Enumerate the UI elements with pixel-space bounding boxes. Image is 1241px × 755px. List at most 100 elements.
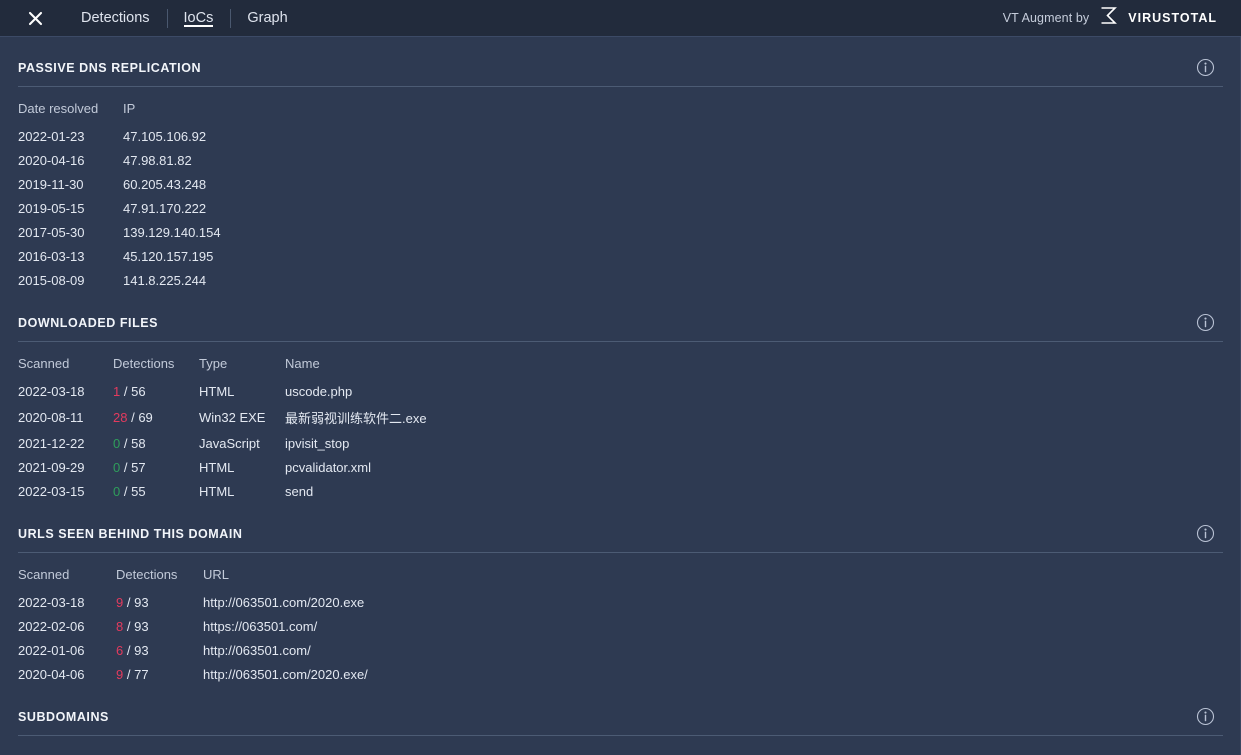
detection-total: / 69: [131, 410, 153, 425]
info-circle-icon[interactable]: [1196, 707, 1215, 726]
detection-count: 0: [113, 436, 120, 451]
cell-type: Win32 EXE: [199, 403, 285, 431]
section-urls-header: URLS SEEN BEHIND THIS DOMAIN: [18, 503, 1223, 553]
detection-total: / 55: [124, 484, 146, 499]
cell-scanned: 2022-02-06: [18, 614, 116, 638]
cell-scanned: 2022-01-06: [18, 638, 116, 662]
cell-url: http://063501.com/2020.exe/: [203, 662, 1223, 686]
cell-type: HTML: [199, 455, 285, 479]
table-row[interactable]: 2021-12-22 0 / 58 JavaScript ipvisit_sto…: [18, 431, 1223, 455]
table-row[interactable]: 2022-02-06 8 / 93 https://063501.com/: [18, 614, 1223, 638]
section-passive-dns-title: PASSIVE DNS REPLICATION: [18, 61, 201, 75]
table-row[interactable]: 2019-05-15 47.91.170.222: [18, 196, 1223, 220]
cell-ip: 47.105.106.92: [201, 750, 1223, 755]
table-row[interactable]: 2019-11-30 60.205.43.248: [18, 172, 1223, 196]
downloaded-files-rows: 2022-03-18 1 / 56 HTML uscode.php 2020-0…: [18, 379, 1223, 503]
table-row[interactable]: 2020-04-16 47.98.81.82: [18, 148, 1223, 172]
section-downloaded-files-title: DOWNLOADED FILES: [18, 316, 158, 330]
top-navigation-bar: Detections IoCs Graph VT Augment by VIRU…: [0, 0, 1241, 37]
brand-name-label: VIRUSTOTAL: [1128, 11, 1217, 25]
table-header-row: Scanned Detections Type Name: [18, 356, 1223, 379]
section-urls-title: URLS SEEN BEHIND THIS DOMAIN: [18, 527, 242, 541]
brand-prefix-label: VT Augment by: [1003, 11, 1090, 25]
section-passive-dns: PASSIVE DNS REPLICATION Date resolved IP: [18, 37, 1223, 292]
tab-graph[interactable]: Graph: [230, 0, 304, 37]
cell-url: http://063501.com/: [203, 638, 1223, 662]
cell-date: 2022-01-23: [18, 124, 123, 148]
table-row[interactable]: 2022-03-15 0 / 55 HTML send: [18, 479, 1223, 503]
table-header-row: Date resolved IP: [18, 101, 1223, 124]
detection-count: 1: [113, 384, 120, 399]
column-url: URL: [203, 567, 1223, 590]
virustotal-sigma-icon: [1098, 5, 1119, 31]
detection-count: 9: [116, 667, 123, 682]
detection-count: 9: [116, 595, 123, 610]
cell-subdomain: www.063501.com: [18, 750, 146, 755]
cell-scanned: 2020-04-06: [18, 662, 116, 686]
cell-date: 2017-05-30: [18, 220, 123, 244]
cell-date: 2015-08-09: [18, 268, 123, 292]
section-urls: URLS SEEN BEHIND THIS DOMAIN Scanned Det…: [18, 503, 1223, 686]
tab-iocs[interactable]: IoCs: [167, 0, 231, 37]
table-row[interactable]: 2016-03-13 45.120.157.195: [18, 244, 1223, 268]
tab-iocs-label: IoCs: [184, 10, 214, 26]
cell-ip: 141.8.225.244: [123, 268, 1223, 292]
cell-url: https://063501.com/: [203, 614, 1223, 638]
section-passive-dns-header: PASSIVE DNS REPLICATION: [18, 37, 1223, 87]
cell-type: HTML: [199, 379, 285, 403]
brand-attribution: VT Augment by VIRUSTOTAL: [1003, 5, 1227, 31]
cell-detections: 1 / 56: [113, 379, 199, 403]
close-icon[interactable]: [22, 5, 48, 31]
tab-detections[interactable]: Detections: [64, 0, 167, 37]
detection-total: / 56: [124, 384, 146, 399]
table-row[interactable]: 2020-04-06 9 / 77 http://063501.com/2020…: [18, 662, 1223, 686]
detection-total: / 93: [127, 619, 149, 634]
cell-ip: 47.98.81.82: [123, 148, 1223, 172]
nav-tabs: Detections IoCs Graph: [64, 0, 305, 36]
cell-detections: 6 / 93: [116, 638, 203, 662]
cell-scanned: 2021-12-22: [18, 431, 113, 455]
cell-scanned: 2020-08-11: [18, 403, 113, 431]
column-type: Type: [199, 356, 285, 379]
tab-graph-label: Graph: [247, 10, 287, 26]
cell-name: uscode.php: [285, 379, 1223, 403]
column-detections: Detections: [113, 356, 199, 379]
table-row[interactable]: 2020-08-11 28 / 69 Win32 EXE 最新弱视训练软件二.e…: [18, 403, 1223, 431]
section-subdomains-title: SUBDOMAINS: [18, 710, 109, 724]
detection-total: / 93: [127, 595, 149, 610]
detection-total: / 57: [124, 460, 146, 475]
cell-name: ipvisit_stop: [285, 431, 1223, 455]
section-downloaded-files: DOWNLOADED FILES Scanned Detections Type…: [18, 292, 1223, 503]
table-row[interactable]: 2017-05-30 139.129.140.154: [18, 220, 1223, 244]
column-scanned: Scanned: [18, 567, 116, 590]
table-row[interactable]: 2015-08-09 141.8.225.244: [18, 268, 1223, 292]
table-row[interactable]: 2022-03-18 1 / 56 HTML uscode.php: [18, 379, 1223, 403]
column-scanned: Scanned: [18, 356, 113, 379]
detection-count: 28: [113, 410, 127, 425]
table-row[interactable]: www.063501.com 6 / 91 47.105.106.92: [18, 750, 1223, 755]
cell-detections: 9 / 93: [116, 590, 203, 614]
cell-date: 2019-05-15: [18, 196, 123, 220]
info-circle-icon[interactable]: [1196, 313, 1215, 332]
column-ip: IP: [123, 101, 1223, 124]
cell-name: pcvalidator.xml: [285, 455, 1223, 479]
cell-url: http://063501.com/2020.exe: [203, 590, 1223, 614]
column-date-resolved: Date resolved: [18, 101, 123, 124]
cell-type: HTML: [199, 479, 285, 503]
cell-date: 2020-04-16: [18, 148, 123, 172]
cell-name: 最新弱视训练软件二.exe: [285, 403, 1223, 431]
table-row[interactable]: 2022-01-23 47.105.106.92: [18, 124, 1223, 148]
info-circle-icon[interactable]: [1196, 58, 1215, 77]
cell-type: JavaScript: [199, 431, 285, 455]
table-row[interactable]: 2022-03-18 9 / 93 http://063501.com/2020…: [18, 590, 1223, 614]
column-detections: Detections: [116, 567, 203, 590]
info-circle-icon[interactable]: [1196, 524, 1215, 543]
cell-date: 2019-11-30: [18, 172, 123, 196]
column-name: Name: [285, 356, 1223, 379]
cell-ip: 60.205.43.248: [123, 172, 1223, 196]
table-row[interactable]: 2021-09-29 0 / 57 HTML pcvalidator.xml: [18, 455, 1223, 479]
detection-total: / 77: [127, 667, 149, 682]
urls-rows: 2022-03-18 9 / 93 http://063501.com/2020…: [18, 590, 1223, 686]
table-row[interactable]: 2022-01-06 6 / 93 http://063501.com/: [18, 638, 1223, 662]
urls-table: Scanned Detections URL 2022-03-18 9 / 93…: [18, 567, 1223, 686]
